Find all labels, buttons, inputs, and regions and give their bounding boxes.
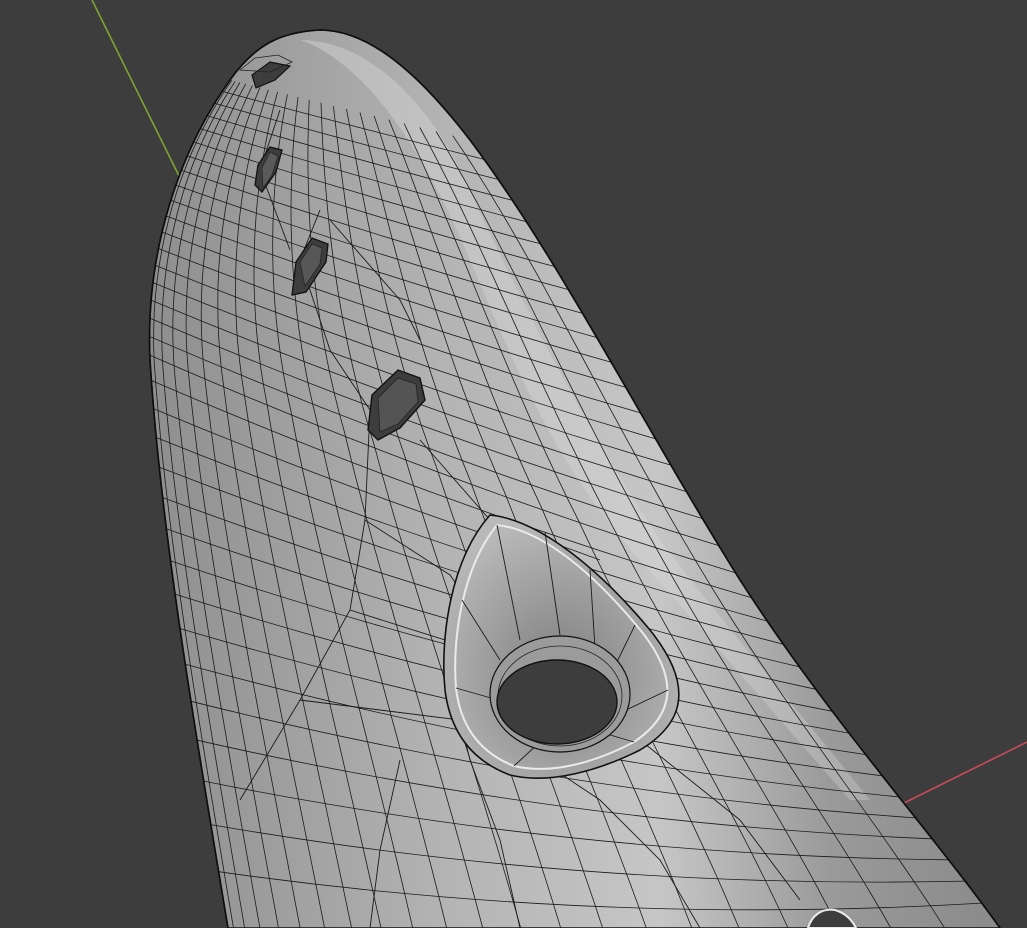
mesh-object[interactable] <box>148 29 1001 928</box>
funnel-opening <box>496 659 618 745</box>
y-axis-line <box>91 0 183 183</box>
viewport-canvas[interactable] <box>0 0 1027 928</box>
3d-viewport[interactable] <box>0 0 1027 928</box>
x-axis-line <box>899 741 1027 806</box>
